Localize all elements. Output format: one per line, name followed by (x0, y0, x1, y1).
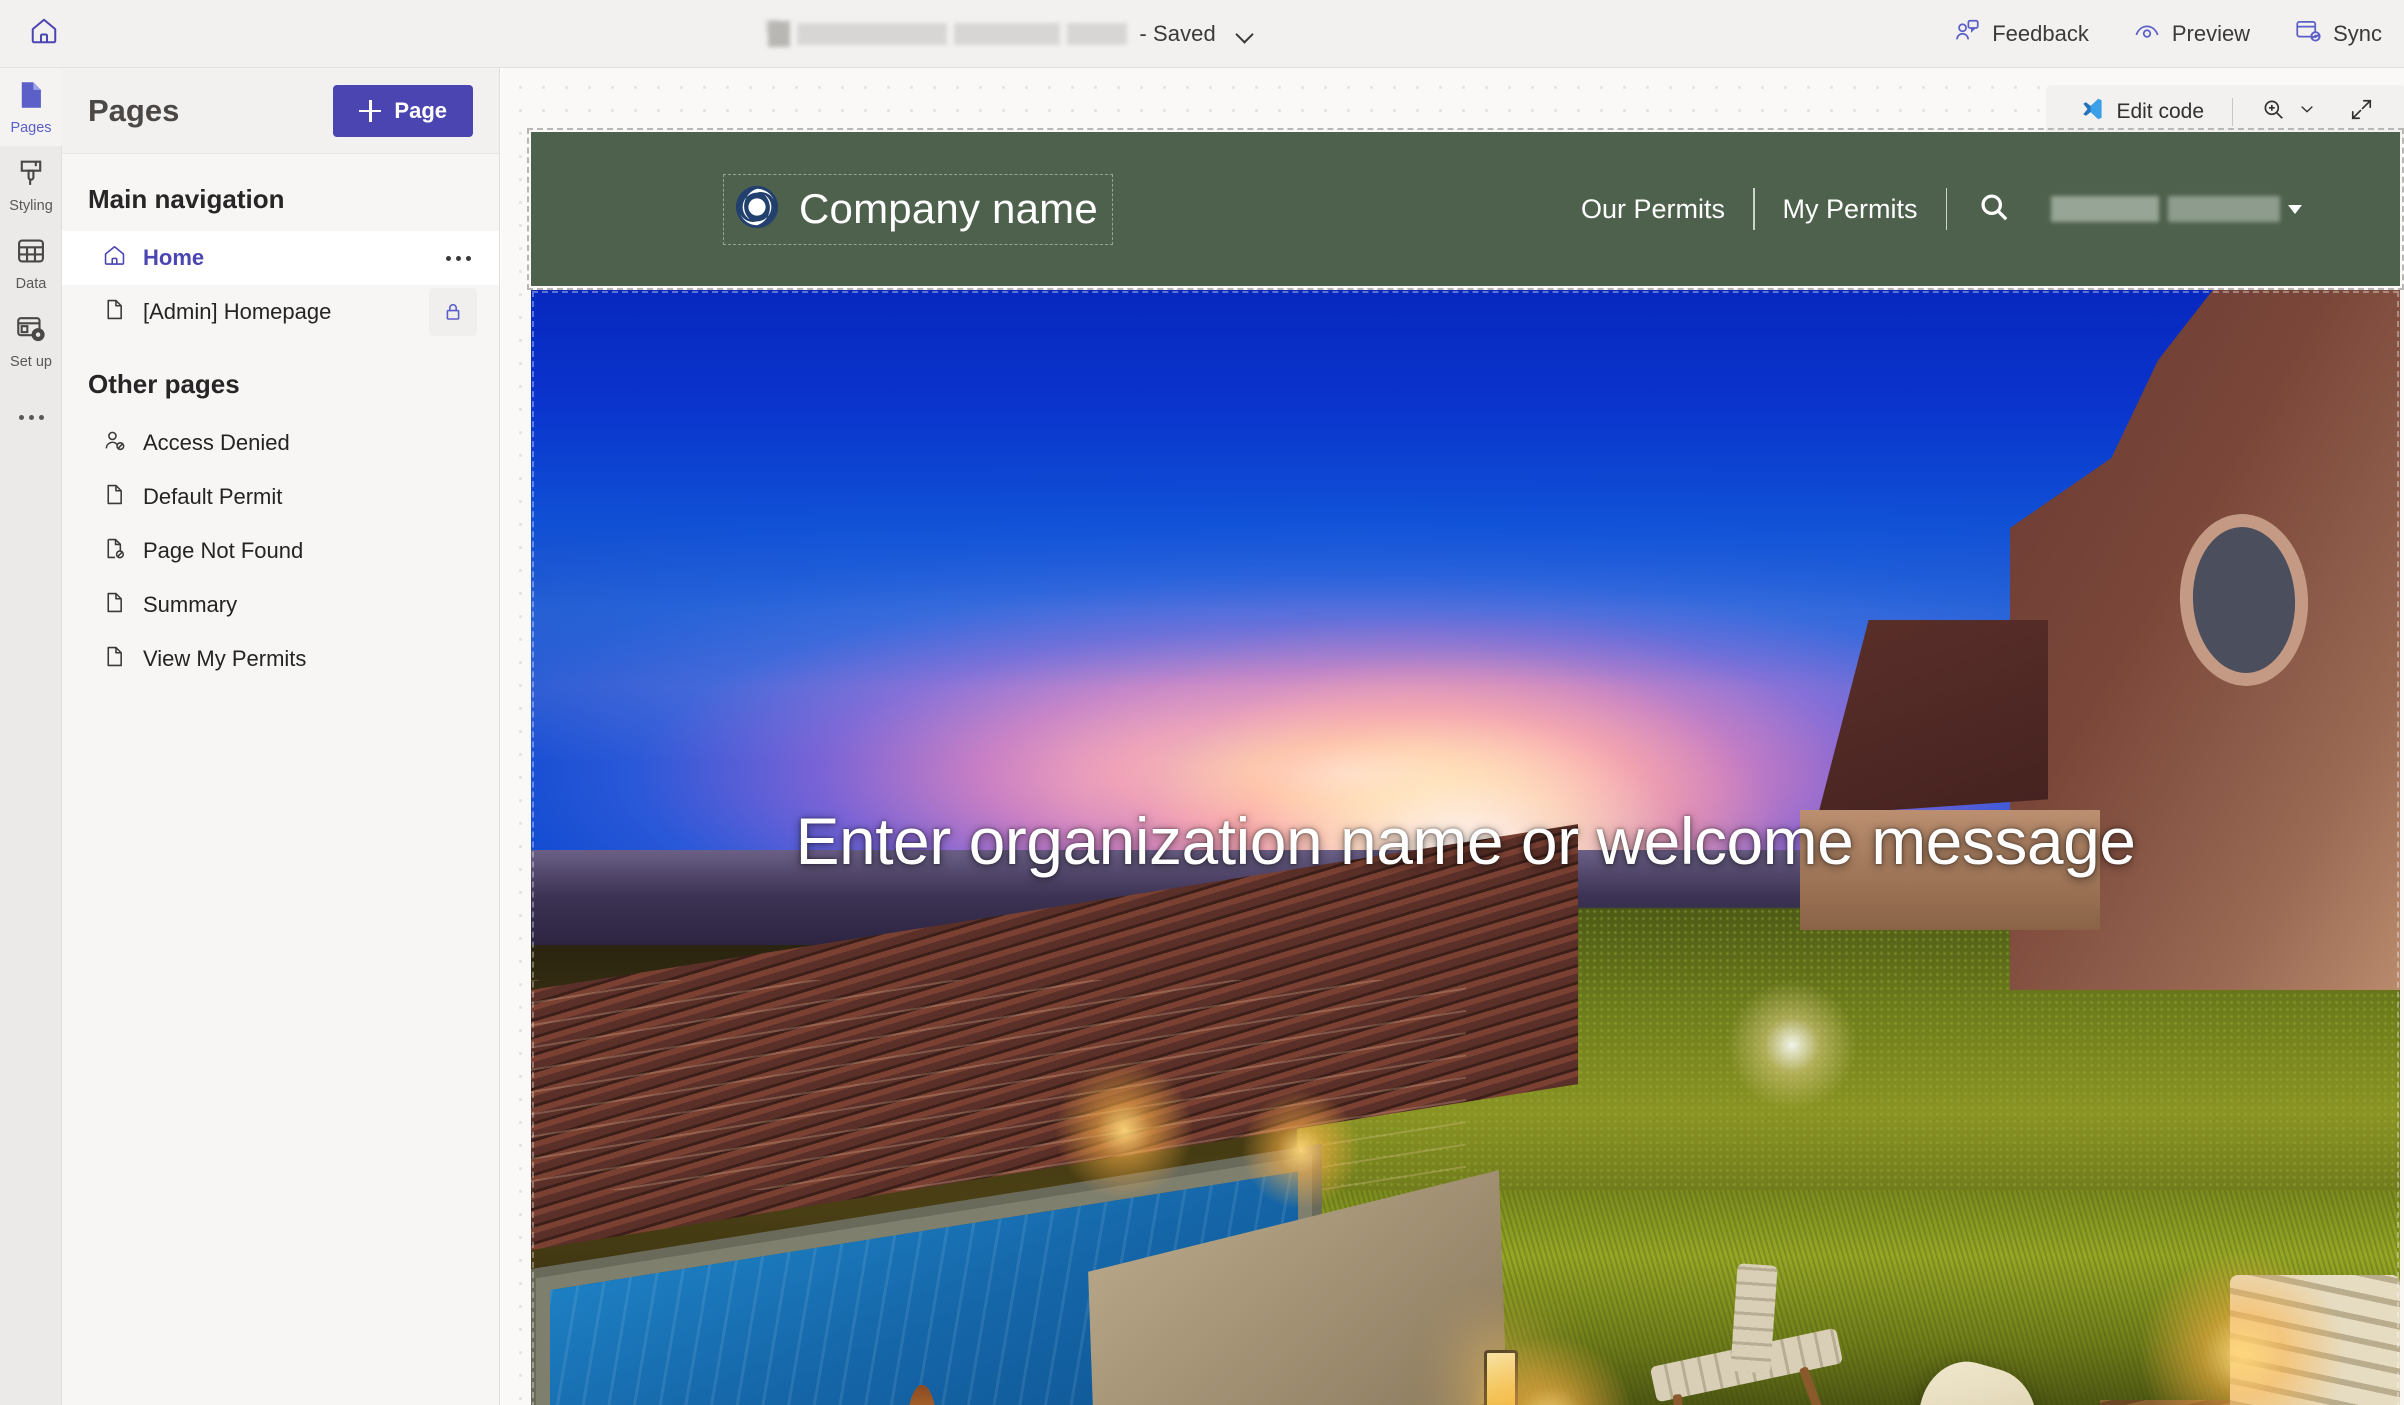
title-redact-block (797, 22, 948, 45)
sync-button[interactable]: Sync (2272, 0, 2404, 68)
preview-label: Preview (2171, 20, 2251, 46)
brush-icon (14, 156, 48, 195)
vscode-icon (2079, 96, 2105, 128)
file-blocked-icon (102, 536, 127, 566)
page-list-item-summary[interactable]: Summary (62, 578, 499, 632)
toolbar-divider (2232, 98, 2233, 126)
caret-down-icon (2288, 204, 2302, 214)
site-hero-section[interactable]: Enter organization name or welcome messa… (531, 290, 2400, 1405)
page-list-item-view-my-permits[interactable]: View My Permits (62, 632, 499, 686)
file-icon (102, 644, 127, 674)
feedback-button[interactable]: Feedback (1931, 0, 2111, 68)
pages-panel-header: Pages Page (62, 68, 499, 154)
site-search-button[interactable] (1947, 190, 2041, 229)
file-icon (102, 590, 127, 620)
rail-more-button[interactable] (0, 396, 62, 440)
page-list-item-home[interactable]: Home (62, 231, 499, 285)
feedback-label: Feedback (1992, 20, 2089, 46)
page-list-item-access-denied[interactable]: Access Denied (62, 416, 499, 470)
rail-item-pages[interactable]: Pages (0, 68, 62, 146)
rail-label-data: Data (15, 275, 47, 292)
title-redact-block (1067, 22, 1128, 45)
page-list-item-label: [Admin] Homepage (143, 299, 332, 324)
page-list-item-label: View My Permits (143, 646, 307, 671)
user-redact-block (2168, 196, 2280, 222)
site-preview: Company name Our Permits My Permits Ente… (527, 128, 2404, 1405)
file-icon (102, 297, 127, 327)
nav-link-my-permits[interactable]: My Permits (1755, 194, 1946, 225)
rail-item-styling[interactable]: Styling (0, 146, 62, 224)
add-page-label: Page (394, 97, 447, 123)
section-title-other-pages: Other pages (88, 369, 240, 399)
more-horizontal-icon (18, 415, 44, 421)
section-title-main-navigation: Main navigation (88, 184, 285, 214)
preview-button[interactable]: Preview (2111, 0, 2272, 68)
feedback-person-icon (1953, 17, 1981, 51)
sync-browser-icon (2294, 17, 2322, 51)
table-icon (14, 234, 48, 273)
saved-status-label: - Saved (1139, 20, 1216, 46)
eye-icon (2133, 17, 2161, 51)
lock-icon (429, 288, 477, 336)
page-list-item-label: Page Not Found (143, 538, 304, 563)
rail-item-data[interactable]: Data (0, 224, 62, 302)
chevron-down-icon[interactable] (1236, 25, 1254, 43)
page-list-item-label: Summary (143, 592, 238, 617)
hero-railing (531, 980, 1466, 1190)
hero-lantern (1484, 1350, 1519, 1405)
hero-cushion (2230, 1275, 2400, 1405)
edit-code-label: Edit code (2116, 100, 2204, 123)
home-icon (29, 16, 59, 51)
rail-label-styling: Styling (9, 197, 53, 214)
design-canvas: Edit code Company name Our Permits My Pe… (501, 68, 2404, 1405)
hero-caption[interactable]: Enter organization name or welcome messa… (531, 803, 2400, 879)
sync-label: Sync (2333, 20, 2382, 46)
plus-icon (359, 99, 382, 122)
site-navigation: Our Permits My Permits (1553, 188, 2302, 230)
document-title-area[interactable]: - Saved (88, 0, 1931, 68)
rail-label-pages: Pages (10, 120, 52, 136)
left-nav-rail: Pages Styling Data Set up (0, 68, 62, 1405)
page-list-item-page-not-found[interactable]: Page Not Found (62, 524, 499, 578)
home-icon (102, 243, 127, 273)
site-header-section[interactable]: Company name Our Permits My Permits (527, 128, 2404, 290)
user-name-redacted (2051, 196, 2280, 222)
site-brand-name: Company name (799, 185, 1098, 232)
rail-item-setup[interactable]: Set up (0, 302, 62, 380)
nav-link-our-permits[interactable]: Our Permits (1553, 194, 1753, 225)
page-list-item-label: Home (143, 245, 205, 270)
page-icon (14, 78, 48, 117)
page-list-item-label: Access Denied (143, 430, 290, 455)
document-title-redacted (765, 20, 1128, 47)
zoom-in-icon (2261, 97, 2286, 128)
page-list-item-admin-homepage[interactable]: [Admin] Homepage (62, 285, 499, 339)
top-bar-actions: Feedback Preview Sync (1931, 0, 2404, 68)
title-redact-block (954, 22, 1061, 45)
expand-diagonal-icon (2349, 97, 2374, 128)
search-icon (1977, 190, 2011, 229)
swirl-circle-logo-icon (734, 184, 780, 235)
setup-gear-icon (14, 312, 48, 351)
site-user-menu[interactable] (2041, 196, 2302, 222)
person-blocked-icon (102, 428, 127, 458)
row-more-options-button[interactable] (446, 255, 477, 261)
add-page-button[interactable]: Page (333, 84, 473, 137)
title-redact-block (768, 20, 791, 47)
page-title: Pages (88, 92, 180, 128)
page-list-item-label: Default Permit (143, 484, 283, 509)
chevron-down-icon (2297, 99, 2317, 125)
user-redact-block (2051, 196, 2159, 222)
app-top-bar: - Saved Feedback Preview Sync (0, 0, 2404, 68)
file-icon (102, 482, 127, 512)
page-list-item-default-permit[interactable]: Default Permit (62, 470, 499, 524)
home-button[interactable] (0, 0, 88, 68)
rail-label-setup: Set up (10, 353, 52, 370)
pages-panel: Pages Page Main navigation Home [Admin] … (62, 68, 500, 1405)
site-brand[interactable]: Company name (723, 173, 1113, 245)
